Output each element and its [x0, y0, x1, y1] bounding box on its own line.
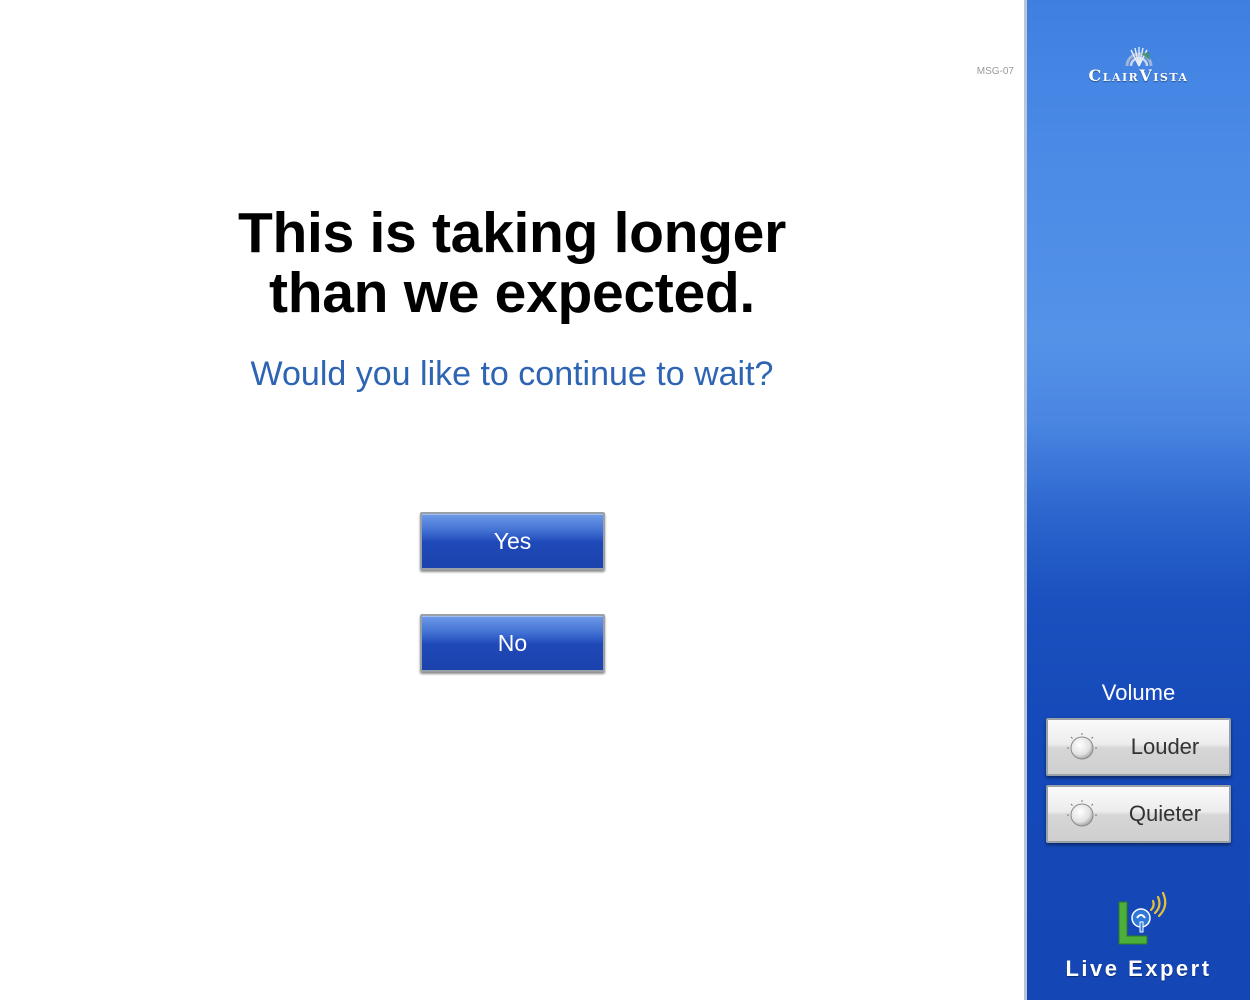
clairvista-logo-icon — [1125, 47, 1152, 67]
louder-button[interactable]: Louder — [1046, 718, 1231, 776]
no-button[interactable]: No — [420, 614, 605, 672]
volume-knob-icon — [1067, 733, 1097, 760]
volume-label: Volume — [1101, 680, 1176, 705]
yes-button[interactable]: Yes — [420, 512, 605, 570]
live-expert-name: Live Expert — [1065, 956, 1212, 981]
quieter-label: Quieter — [1128, 801, 1202, 826]
volume-knob-icon — [1067, 800, 1097, 827]
sidebar: ClairVista Volume Louder Quieter Live Ex… — [1024, 0, 1250, 1000]
wait-question: Would you like to continue to wait? — [250, 355, 774, 393]
headline-line-2: than we expected. — [269, 261, 755, 325]
screen-code: MSG-07 — [976, 66, 1014, 77]
live-expert-logo: Live Expert — [1027, 888, 1250, 981]
main-panel: MSG-07 This is taking longer than we exp… — [0, 0, 1024, 1000]
quieter-button[interactable]: Quieter — [1046, 785, 1231, 843]
louder-label: Louder — [1130, 734, 1200, 759]
live-expert-logo-icon — [1118, 891, 1167, 945]
brand-name: ClairVista — [1088, 66, 1189, 85]
brand-logo: ClairVista — [1027, 44, 1250, 85]
page-title: This is taking longer than we expected. — [162, 203, 862, 323]
headline-line-1: This is taking longer — [238, 201, 786, 265]
